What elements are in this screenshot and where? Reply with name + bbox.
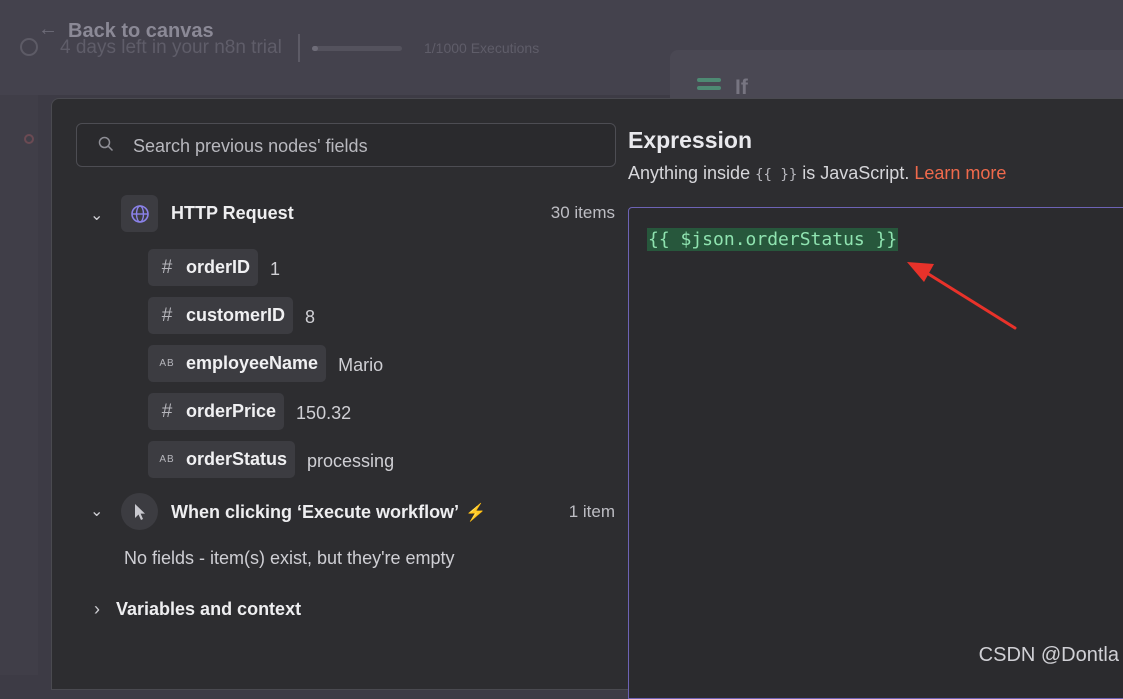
- canvas-strip: [0, 95, 38, 675]
- node-http-request[interactable]: ⌄ HTTP Request 30 items: [52, 195, 615, 235]
- variables-and-context[interactable]: › Variables and context: [94, 599, 301, 620]
- field-value: 1: [270, 259, 281, 279]
- node-item-count: 30 items: [550, 203, 615, 222]
- braces-code: {{ }}: [755, 167, 798, 183]
- if-node-icon: [697, 78, 721, 98]
- cursor-icon: [121, 493, 158, 530]
- string-type-icon: AB: [159, 454, 175, 465]
- learn-more-link[interactable]: Learn more: [914, 163, 1006, 183]
- number-type-icon: #: [161, 400, 173, 422]
- number-type-icon: #: [161, 256, 173, 278]
- node-title: When clicking ‘Execute workflow’ ⚡: [171, 502, 487, 522]
- field-name[interactable]: customerID: [186, 305, 285, 326]
- field-name[interactable]: orderID: [186, 257, 250, 278]
- node-title: HTTP Request: [171, 203, 294, 223]
- search-icon: [98, 136, 114, 152]
- field-value: 150.32: [296, 403, 352, 423]
- string-type-icon: AB: [159, 358, 175, 369]
- node-manual-trigger[interactable]: ⌄ When clicking ‘Execute workflow’ ⚡ 1 it…: [52, 493, 615, 533]
- if-node-label: If: [735, 76, 748, 99]
- executions-count: 1/1000 Executions: [424, 40, 540, 56]
- expression-code[interactable]: {{ $json.orderStatus }}: [647, 228, 899, 251]
- executions-progress: [312, 46, 402, 51]
- variables-label: Variables and context: [116, 599, 302, 619]
- globe-icon: [121, 195, 158, 232]
- field-name[interactable]: orderPrice: [186, 401, 276, 422]
- expression-editor[interactable]: {{ $json.orderStatus }}: [628, 207, 1123, 699]
- field-value: 8: [305, 307, 316, 327]
- field-value: processing: [307, 451, 395, 471]
- number-type-icon: #: [161, 304, 173, 326]
- search-box: [76, 123, 616, 167]
- back-arrow-icon: ←: [38, 18, 58, 40]
- search-input[interactable]: [131, 133, 605, 159]
- field-name[interactable]: employeeName: [186, 353, 318, 374]
- field-row[interactable]: AB orderStatus processing: [148, 441, 394, 478]
- field-value: Mario: [338, 355, 384, 375]
- node-item-count: 1 item: [568, 502, 615, 521]
- chevron-right-icon: ›: [94, 599, 100, 619]
- field-row[interactable]: AB employeeName Mario: [148, 345, 383, 382]
- chevron-down-icon[interactable]: ⌄: [90, 205, 103, 225]
- field-row[interactable]: # customerID 8: [148, 297, 315, 334]
- field-row[interactable]: # orderPrice 150.32: [148, 393, 351, 430]
- field-row[interactable]: # orderID 1: [148, 249, 280, 286]
- trial-clock-icon: [20, 38, 38, 56]
- trial-text: 4 days left in your n8n trial: [60, 37, 282, 58]
- expression-title: Expression: [628, 127, 752, 153]
- annotation-arrow-icon: [907, 262, 1017, 330]
- expression-hint: Anything inside {{ }} is JavaScript. Lea…: [628, 163, 1007, 183]
- expression-modal: ⌄ HTTP Request 30 items # orderID 1 # cust…: [51, 98, 1123, 699]
- divider: [298, 34, 300, 62]
- chevron-down-icon[interactable]: ⌄: [90, 501, 103, 521]
- field-name[interactable]: orderStatus: [186, 449, 287, 470]
- empty-fields-message: No fields - item(s) exist, but they're e…: [124, 548, 455, 568]
- canvas-handle-icon: [24, 134, 34, 144]
- trigger-bolt-icon: ⚡: [465, 503, 487, 522]
- watermark: CSDN @Dontla: [978, 644, 1119, 666]
